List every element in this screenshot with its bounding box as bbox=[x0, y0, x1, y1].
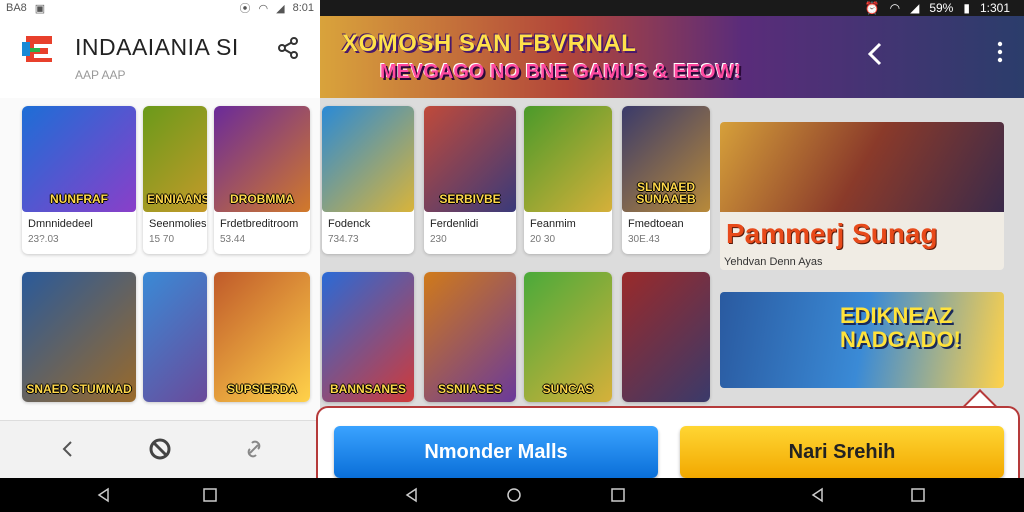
game-meta: 230 bbox=[430, 234, 447, 245]
promo-card-1[interactable]: Pammerj Sunag Yehdvan Denn Ayas bbox=[720, 122, 1004, 270]
game-card[interactable]: SSNIIASES bbox=[424, 272, 516, 402]
game-card[interactable]: SERBIVBE Ferdenlidi 230 bbox=[424, 106, 516, 254]
game-thumbnail: DROBMMA bbox=[214, 106, 310, 212]
banner-title: XOMOSH SAN FBVRNAL bbox=[342, 30, 637, 57]
location-icon: ⦿ bbox=[239, 3, 251, 15]
system-back-icon-3[interactable] bbox=[810, 487, 826, 503]
screen: BA8 ▣ ⦿ ◠ ◢ 8:01 INDAAIANIA SI AAP AAP ⏰… bbox=[0, 0, 1024, 512]
secondary-action-button[interactable]: Nari Srehih bbox=[680, 426, 1004, 478]
game-thumbnail-title: SLNNAED SUNAAEB bbox=[636, 179, 696, 207]
system-back-icon-2[interactable] bbox=[404, 487, 420, 503]
block-icon[interactable] bbox=[148, 437, 172, 461]
app-header: INDAAIANIA SI AAP AAP bbox=[0, 16, 320, 98]
system-recents-icon-2[interactable] bbox=[610, 487, 626, 503]
game-thumbnail bbox=[524, 106, 612, 212]
game-thumbnail bbox=[143, 272, 207, 402]
game-name: Dmnnidedeel bbox=[28, 218, 93, 230]
primary-action-button[interactable]: Nmonder Malls bbox=[334, 426, 658, 478]
promo-card-1-subtitle: Yehdvan Denn Ayas bbox=[724, 256, 823, 268]
banner-back-icon[interactable] bbox=[865, 40, 885, 68]
game-thumbnail: SNAED STUMNAD bbox=[22, 272, 136, 402]
banner-subtitle: MEVGAGO NO BNE GAMUS & EEOW! bbox=[380, 61, 742, 83]
app-logo[interactable] bbox=[20, 32, 58, 66]
carrier-label: BA8 bbox=[6, 2, 27, 14]
app-bottom-nav bbox=[0, 420, 320, 478]
game-meta: 30E.43 bbox=[628, 234, 660, 245]
share-icon[interactable] bbox=[276, 36, 300, 60]
game-card[interactable]: BANNSANES bbox=[322, 272, 414, 402]
status-bar-left: BA8 ▣ ⦿ ◠ ◢ 8:01 bbox=[0, 0, 320, 16]
game-name: Feanmim bbox=[530, 218, 576, 230]
game-card[interactable] bbox=[622, 272, 710, 402]
game-card[interactable]: NUNFRAF Dmnnidedeel 23?.03 bbox=[22, 106, 136, 254]
game-card[interactable] bbox=[143, 272, 207, 402]
game-thumbnail-title: SSNIIASES bbox=[437, 382, 503, 397]
game-meta: 53.44 bbox=[220, 234, 246, 245]
game-thumbnail-title: SUPSIERDA bbox=[226, 382, 297, 397]
game-thumbnail: SUNCAS bbox=[524, 272, 612, 402]
game-card[interactable]: SLNNAED SUNAAEB Fmedtoean 30E.43 bbox=[622, 106, 710, 254]
game-meta: 23?.03 bbox=[28, 234, 59, 245]
game-thumbnail-title: SNAED STUMNAD bbox=[26, 382, 132, 397]
system-recents-icon[interactable] bbox=[202, 487, 218, 503]
promo-card-2[interactable]: EDIKNEAZ NADGADO! bbox=[720, 292, 1004, 388]
game-thumbnail-title: ENNIAANS bbox=[147, 192, 207, 207]
game-thumbnail-title: SERBIVBE bbox=[439, 192, 501, 207]
game-card[interactable]: SNAED STUMNAD bbox=[22, 272, 136, 402]
game-meta: 734.73 bbox=[328, 234, 359, 245]
app-title: INDAAIANIA SI bbox=[75, 34, 239, 60]
app-list-pane: BA8 ▣ ⦿ ◠ ◢ 8:01 INDAAIANIA SI AAP AAP bbox=[0, 0, 320, 512]
game-card[interactable]: SUNCAS bbox=[524, 272, 612, 402]
game-name: Fmedtoean bbox=[628, 218, 684, 230]
game-thumbnail-title: SUNCAS bbox=[542, 382, 594, 397]
more-options-icon[interactable] bbox=[996, 40, 1004, 64]
game-name: Ferdenlidi bbox=[430, 218, 479, 230]
game-card[interactable]: DROBMMA Frdetbreditroom 53.44 bbox=[214, 106, 310, 254]
status-time-right: 1:301 bbox=[979, 1, 1010, 15]
festival-banner[interactable]: XOMOSH SAN FBVRNAL MEVGAGO NO BNE GAMUS … bbox=[320, 16, 1024, 98]
game-thumbnail: SUPSIERDA bbox=[214, 272, 310, 402]
signal-icon-right: ◢ bbox=[910, 1, 920, 15]
game-card[interactable]: Feanmim 20 30 bbox=[524, 106, 612, 254]
battery-icon: ▮ bbox=[963, 1, 970, 15]
game-meta: 20 30 bbox=[530, 234, 556, 245]
nfc-icon: ▣ bbox=[34, 2, 46, 15]
status-time-left: 8:01 bbox=[292, 2, 314, 14]
game-thumbnail: ENNIAANS bbox=[143, 106, 207, 212]
game-thumbnail bbox=[322, 106, 414, 212]
game-card[interactable]: SUPSIERDA bbox=[214, 272, 310, 402]
system-back-icon[interactable] bbox=[96, 487, 112, 503]
promo-card-1-art bbox=[720, 122, 1004, 212]
promo-card-2-title: EDIKNEAZ NADGADO! bbox=[840, 303, 961, 353]
battery-level: 59% bbox=[929, 1, 954, 15]
game-card[interactable]: ENNIAANS Seenmolies 15 70 bbox=[143, 106, 207, 254]
game-thumbnail-title: DROBMMA bbox=[230, 192, 294, 207]
system-recents-icon-3[interactable] bbox=[910, 487, 926, 503]
game-name: Seenmolies bbox=[149, 218, 207, 230]
game-thumbnail: BANNSANES bbox=[322, 272, 414, 402]
wifi-icon-right: ◠ bbox=[889, 1, 901, 15]
game-name: Fodenck bbox=[328, 218, 371, 230]
system-home-icon[interactable] bbox=[506, 487, 522, 503]
status-bar-right: ⏰ ◠ ◢ 59% ▮ 1:301 bbox=[320, 0, 1024, 16]
game-thumbnail-title: NUNFRAF bbox=[50, 192, 108, 207]
alarm-icon: ⏰ bbox=[864, 1, 880, 15]
game-card[interactable]: Fodenck 734.73 bbox=[322, 106, 414, 254]
link-icon[interactable] bbox=[242, 437, 266, 461]
game-thumbnail bbox=[622, 272, 710, 402]
app-subtitle: AAP AAP bbox=[75, 68, 126, 82]
signal-icon: ◢ bbox=[276, 2, 285, 15]
game-thumbnail-title: BANNSANES bbox=[329, 382, 406, 397]
game-name: Frdetbreditroom bbox=[220, 218, 299, 230]
wifi-icon: ◠ bbox=[258, 2, 269, 15]
system-nav-bar bbox=[0, 478, 1024, 512]
promo-card-1-title: Pammerj Sunag bbox=[726, 218, 938, 249]
game-thumbnail: SERBIVBE bbox=[424, 106, 516, 212]
back-chevron-icon[interactable] bbox=[56, 437, 80, 461]
game-thumbnail: SLNNAED SUNAAEB bbox=[622, 106, 710, 212]
game-meta: 15 70 bbox=[149, 234, 175, 245]
game-thumbnail: SSNIIASES bbox=[424, 272, 516, 402]
game-thumbnail: NUNFRAF bbox=[22, 106, 136, 212]
